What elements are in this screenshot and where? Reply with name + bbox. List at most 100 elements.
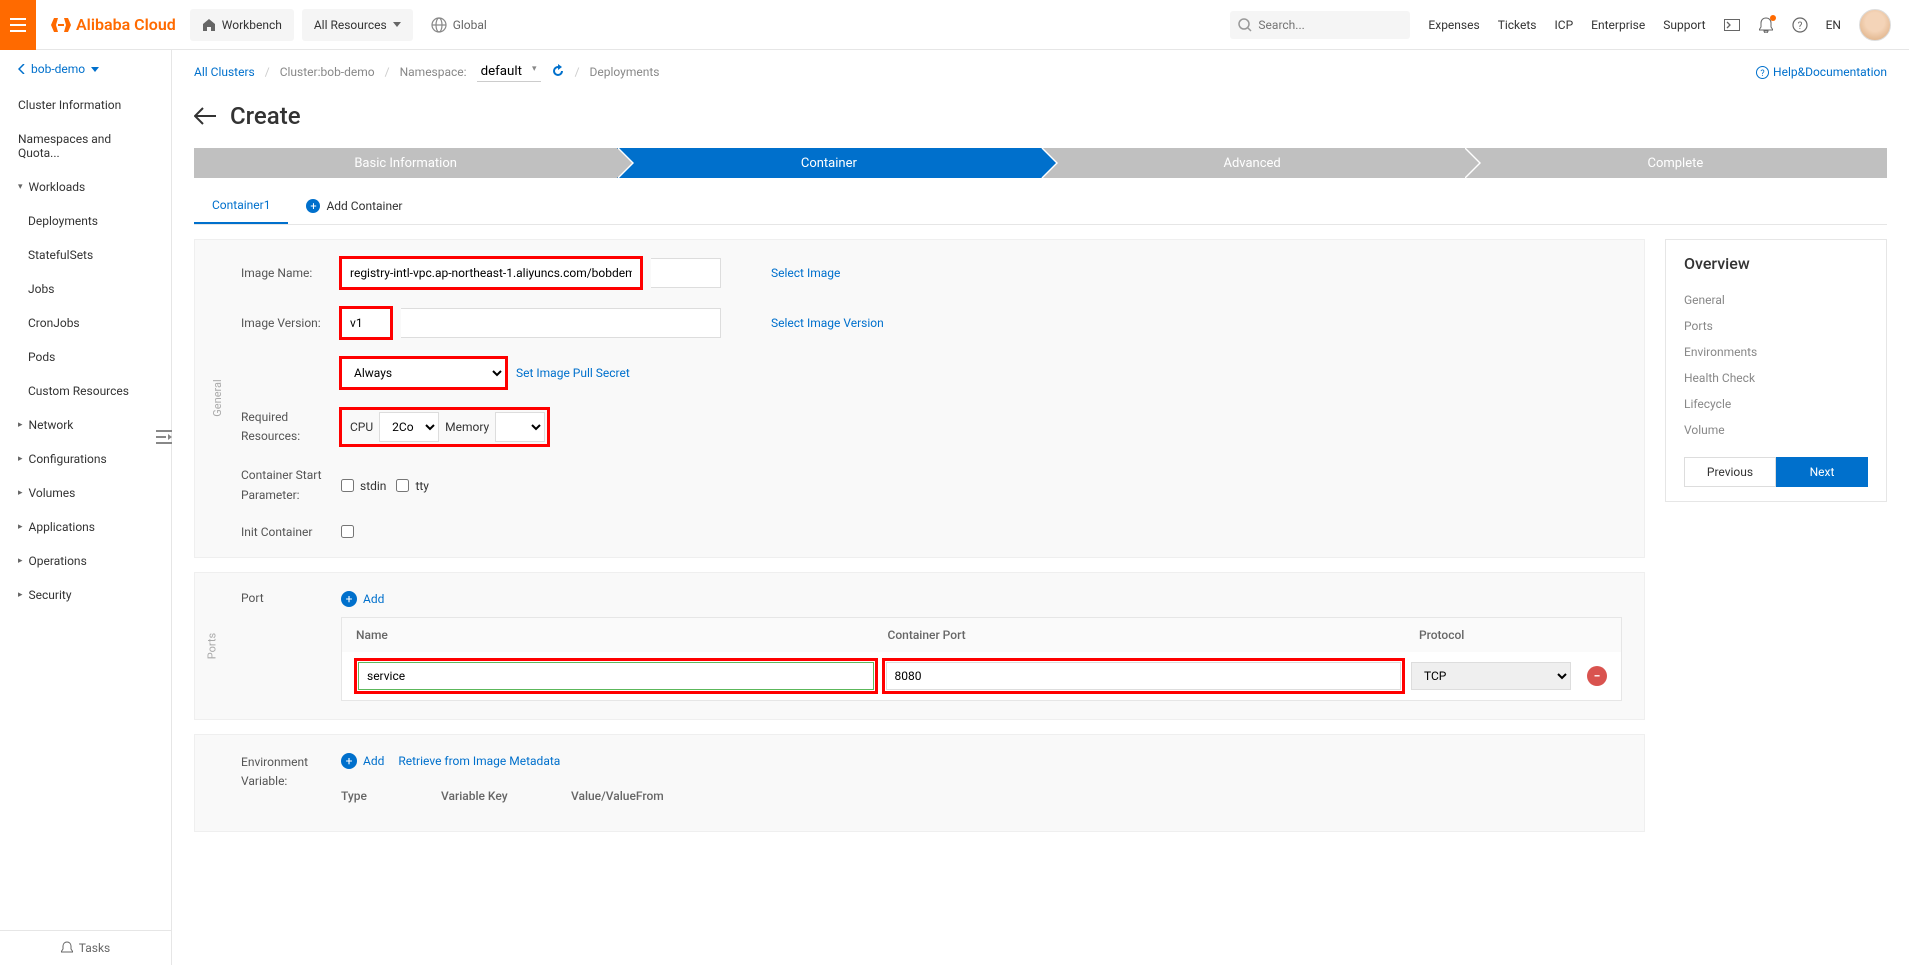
section-ports: Ports Port + Add Name	[194, 572, 1645, 720]
section-label-ports: Ports	[206, 633, 219, 659]
sidebar-item-configurations[interactable]: Configurations	[0, 442, 171, 476]
image-version-input[interactable]	[341, 308, 391, 338]
expenses-link[interactable]: Expenses	[1428, 18, 1479, 32]
port-name-input[interactable]	[358, 662, 874, 690]
next-button[interactable]: Next	[1776, 457, 1868, 487]
set-image-pull-secret-link[interactable]: Set Image Pull Secret	[516, 366, 630, 380]
brand-logo[interactable]: Alibaba Cloud	[36, 15, 190, 34]
refresh-button[interactable]	[551, 64, 565, 81]
sidebar-item-network[interactable]: Network	[0, 408, 171, 442]
notifications-icon[interactable]	[1758, 17, 1774, 33]
step-basic-information[interactable]: Basic Information	[194, 148, 617, 178]
sidebar-item-security[interactable]: Security	[0, 578, 171, 612]
sidebar-item-namespaces[interactable]: Namespaces and Quota...	[0, 122, 171, 170]
language-selector[interactable]: EN	[1826, 18, 1841, 32]
namespace-select[interactable]: default	[477, 62, 541, 82]
breadcrumb-all-clusters[interactable]: All Clusters	[194, 65, 255, 79]
sidebar-item-cronjobs[interactable]: CronJobs	[0, 306, 171, 340]
env-th-type: Type	[341, 789, 441, 803]
search-input[interactable]	[1230, 11, 1410, 39]
stdin-checkbox[interactable]	[341, 479, 354, 492]
add-env-link[interactable]: + Add	[341, 753, 384, 769]
overview-panel: Overview General Ports Environments Heal…	[1665, 239, 1887, 502]
port-label: Port	[241, 591, 341, 605]
select-image-version-link[interactable]: Select Image Version	[771, 316, 884, 330]
sidebar-item-operations[interactable]: Operations	[0, 544, 171, 578]
cloud-shell-icon[interactable]	[1724, 17, 1740, 33]
required-resources-label: Required Resources:	[241, 408, 341, 446]
breadcrumb-separator: /	[575, 65, 580, 79]
support-link[interactable]: Support	[1663, 18, 1705, 32]
overview-link-health-check[interactable]: Health Check	[1684, 365, 1868, 391]
cpu-label: CPU	[344, 420, 373, 434]
image-name-label: Image Name:	[241, 266, 341, 280]
chevron-down-icon	[393, 22, 401, 27]
breadcrumb-cluster: Cluster:bob-demo	[280, 65, 375, 79]
icp-link[interactable]: ICP	[1555, 18, 1574, 32]
sidebar-item-statefulsets[interactable]: StatefulSets	[0, 238, 171, 272]
plus-icon: +	[341, 591, 357, 607]
sidebar-item-custom-resources[interactable]: Custom Resources	[0, 374, 171, 408]
delete-port-button[interactable]: −	[1587, 666, 1607, 686]
tab-add-container[interactable]: + Add Container	[288, 188, 420, 224]
overview-link-general[interactable]: General	[1684, 287, 1868, 313]
section-general: General Image Name: Select Image	[194, 239, 1645, 558]
image-name-input[interactable]	[341, 258, 641, 288]
sidebar-item-cluster-info[interactable]: Cluster Information	[0, 88, 171, 122]
tickets-link[interactable]: Tickets	[1498, 18, 1537, 32]
breadcrumb-deployments: Deployments	[590, 65, 660, 79]
stdin-checkbox-label[interactable]: stdin	[341, 479, 386, 493]
workbench-button[interactable]: Workbench	[190, 9, 294, 41]
overview-link-environments[interactable]: Environments	[1684, 339, 1868, 365]
container-tabs: Container1 + Add Container	[194, 188, 1887, 225]
help-icon: ?	[1756, 66, 1769, 79]
image-pull-policy-select[interactable]: Always	[341, 358, 506, 388]
menu-icon	[10, 18, 26, 32]
search-box	[1230, 11, 1410, 39]
overview-link-ports[interactable]: Ports	[1684, 313, 1868, 339]
sidebar-item-deployments[interactable]: Deployments	[0, 204, 171, 238]
back-arrow-icon[interactable]	[194, 107, 216, 125]
sidebar-item-applications[interactable]: Applications	[0, 510, 171, 544]
help-icon[interactable]: ?	[1792, 17, 1808, 33]
sidebar-item-jobs[interactable]: Jobs	[0, 272, 171, 306]
environment-variable-label: Environment Variable:	[241, 753, 341, 791]
previous-button[interactable]: Previous	[1684, 457, 1776, 487]
retrieve-metadata-link[interactable]: Retrieve from Image Metadata	[398, 754, 560, 768]
tasks-button[interactable]: Tasks	[0, 930, 171, 965]
step-container[interactable]: Container	[617, 148, 1040, 178]
user-avatar[interactable]	[1859, 9, 1891, 41]
sidebar-collapse-toggle[interactable]	[156, 430, 172, 446]
cpu-select[interactable]: 2Core	[379, 412, 439, 442]
breadcrumb-separator: /	[265, 65, 270, 79]
page-title-row: Create	[172, 94, 1909, 148]
sidebar-item-pods[interactable]: Pods	[0, 340, 171, 374]
hamburger-menu[interactable]	[0, 0, 36, 50]
cluster-selector[interactable]: bob-demo	[0, 50, 171, 88]
sidebar: bob-demo Cluster Information Namespaces …	[0, 50, 172, 965]
all-resources-dropdown[interactable]: All Resources	[302, 9, 413, 41]
protocol-select[interactable]: TCP	[1411, 662, 1571, 690]
section-label-general: General	[211, 380, 224, 417]
overview-link-lifecycle[interactable]: Lifecycle	[1684, 391, 1868, 417]
tab-container1[interactable]: Container1	[194, 188, 288, 224]
init-container-checkbox[interactable]	[341, 525, 354, 538]
add-port-link[interactable]: + Add	[341, 591, 1622, 607]
container-start-parameter-label: Container Start Parameter:	[241, 466, 341, 504]
port-th-name: Name	[356, 628, 888, 642]
sidebar-item-volumes[interactable]: Volumes	[0, 476, 171, 510]
step-complete[interactable]: Complete	[1464, 148, 1887, 178]
help-documentation-link[interactable]: ? Help&Documentation	[1756, 65, 1887, 79]
step-advanced[interactable]: Advanced	[1041, 148, 1464, 178]
tty-checkbox[interactable]	[396, 479, 409, 492]
select-image-link[interactable]: Select Image	[771, 266, 840, 280]
image-version-label: Image Version:	[241, 316, 341, 330]
overview-link-volume[interactable]: Volume	[1684, 417, 1868, 443]
memory-select[interactable]	[495, 412, 545, 442]
region-selector[interactable]: Global	[431, 17, 487, 33]
container-port-input[interactable]	[886, 662, 1402, 690]
enterprise-link[interactable]: Enterprise	[1591, 18, 1645, 32]
port-th-container-port: Container Port	[888, 628, 1420, 642]
sidebar-item-workloads[interactable]: Workloads	[0, 170, 171, 204]
tty-checkbox-label[interactable]: tty	[396, 479, 429, 493]
